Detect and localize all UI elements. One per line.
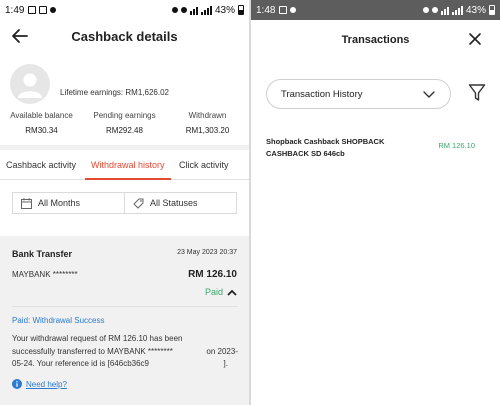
chevron-up-icon bbox=[227, 289, 237, 296]
card-divider bbox=[12, 306, 237, 307]
months-filter[interactable]: All Months bbox=[13, 193, 124, 213]
withdrawal-message: Your withdrawal request of RM 126.10 has… bbox=[12, 333, 238, 371]
stat-value: RM1,303.20 bbox=[185, 126, 230, 135]
signal-icon bbox=[200, 5, 212, 15]
earnings-summary: Lifetime earnings: RM1,626.02 Available … bbox=[0, 53, 249, 147]
transactions-screen: 1:48 43% Transactions Transaction Histor… bbox=[251, 0, 500, 405]
transaction-type-dropdown[interactable]: Transaction History bbox=[266, 79, 451, 109]
status-time: 1:49 bbox=[5, 4, 25, 16]
status-bar: 1:49 43% bbox=[0, 0, 249, 20]
stat-pending-earnings: Pending earnings RM292.48 bbox=[83, 111, 166, 135]
lifetime-earnings: Lifetime earnings: RM1,626.02 bbox=[60, 88, 169, 97]
message-line: 05-24. Your reference id is [646cb36c9 ]… bbox=[12, 359, 228, 368]
notification-icons bbox=[28, 6, 57, 14]
filter-bar: All Months All Statuses bbox=[12, 192, 237, 214]
tab-cashback-activity[interactable]: Cashback activity bbox=[6, 150, 76, 180]
transaction-description: Shopback Cashback SHOPBACK CASHBACK SD 6… bbox=[266, 137, 385, 158]
page-title: Transactions bbox=[341, 34, 410, 46]
stat-value: RM292.48 bbox=[106, 126, 143, 135]
notification-icon bbox=[28, 6, 37, 14]
battery-icon bbox=[489, 5, 495, 15]
stat-available-balance: Available balance RM30.34 bbox=[0, 111, 83, 135]
status-time: 1:48 bbox=[256, 4, 276, 16]
withdrawal-card: Bank Transfer 23 May 2023 20:37 MAYBANK … bbox=[0, 236, 249, 405]
user-icon bbox=[18, 73, 42, 98]
message-line: successfully transferred to MAYBANK ****… bbox=[12, 346, 238, 356]
image-icon bbox=[39, 6, 48, 14]
system-icons: 43% bbox=[171, 4, 244, 16]
lifetime-earnings-label: Lifetime earnings: bbox=[60, 88, 124, 97]
statuses-filter-label: All Statuses bbox=[150, 198, 198, 208]
statuses-filter[interactable]: All Statuses bbox=[124, 193, 236, 213]
battery-icon bbox=[238, 5, 244, 15]
notification-icon bbox=[279, 6, 288, 14]
balance-stats: Available balance RM30.34 Pending earnin… bbox=[0, 111, 249, 135]
stat-label: Pending earnings bbox=[93, 111, 156, 120]
chevron-down-icon bbox=[423, 91, 435, 98]
status-label: Paid bbox=[204, 287, 223, 297]
page-title: Cashback details bbox=[71, 29, 178, 44]
stat-label: Available balance bbox=[10, 111, 73, 120]
app-icon bbox=[50, 7, 57, 13]
transfer-type: Bank Transfer bbox=[12, 249, 73, 259]
battery-percent: 43% bbox=[465, 4, 486, 16]
wifi-icon bbox=[440, 6, 449, 15]
stat-withdrawn: Withdrawn RM1,303.20 bbox=[166, 111, 249, 135]
transaction-amount: RM 126.10 bbox=[438, 141, 475, 150]
message-line: Your withdrawal request of RM 126.10 has… bbox=[12, 334, 183, 343]
lifetime-earnings-value: RM1,626.02 bbox=[125, 88, 169, 97]
tab-withdrawal-history[interactable]: Withdrawal history bbox=[85, 150, 171, 180]
top-bar: Cashback details bbox=[0, 20, 249, 53]
transaction-row[interactable]: Shopback Cashback SHOPBACK CASHBACK SD 6… bbox=[251, 128, 500, 168]
cashback-details-screen: 1:49 43% Cashback details Lifetime earni… bbox=[0, 0, 249, 405]
bank-account: MAYBANK ******** bbox=[12, 270, 78, 279]
notification-icons bbox=[279, 6, 297, 14]
bluetooth-icon bbox=[431, 7, 438, 13]
status-bar: 1:48 43% bbox=[251, 0, 500, 20]
transfer-amount: RM 126.10 bbox=[188, 269, 237, 280]
tab-click-activity[interactable]: Click activity bbox=[179, 150, 229, 180]
alarm-icon bbox=[422, 7, 429, 13]
avatar bbox=[10, 64, 50, 104]
dropdown-value: Transaction History bbox=[281, 88, 363, 100]
status-heading: Paid: Withdrawal Success bbox=[12, 316, 105, 325]
paid-status-toggle[interactable]: Paid bbox=[205, 287, 237, 297]
need-help-link[interactable]: Need help? bbox=[12, 379, 67, 389]
wifi-icon bbox=[189, 6, 198, 15]
app-icon bbox=[290, 7, 297, 13]
system-icons: 43% bbox=[422, 4, 495, 16]
battery-percent: 43% bbox=[214, 4, 235, 16]
back-arrow-icon[interactable] bbox=[10, 26, 30, 46]
bluetooth-icon bbox=[180, 7, 187, 13]
stat-label: Withdrawn bbox=[188, 111, 227, 120]
info-icon bbox=[12, 379, 22, 389]
top-bar: Transactions bbox=[251, 20, 500, 60]
months-filter-label: All Months bbox=[38, 198, 81, 208]
need-help-label: Need help? bbox=[26, 379, 67, 389]
signal-icon bbox=[451, 5, 463, 15]
close-icon[interactable] bbox=[467, 31, 483, 47]
transfer-date: 23 May 2023 20:37 bbox=[177, 249, 237, 256]
filter-icon[interactable] bbox=[468, 83, 486, 103]
calendar-icon bbox=[21, 197, 32, 209]
tag-icon bbox=[133, 198, 144, 209]
tab-bar: Cashback activity Withdrawal history Cli… bbox=[0, 150, 249, 180]
alarm-icon bbox=[171, 7, 178, 13]
stat-value: RM30.34 bbox=[25, 126, 58, 135]
